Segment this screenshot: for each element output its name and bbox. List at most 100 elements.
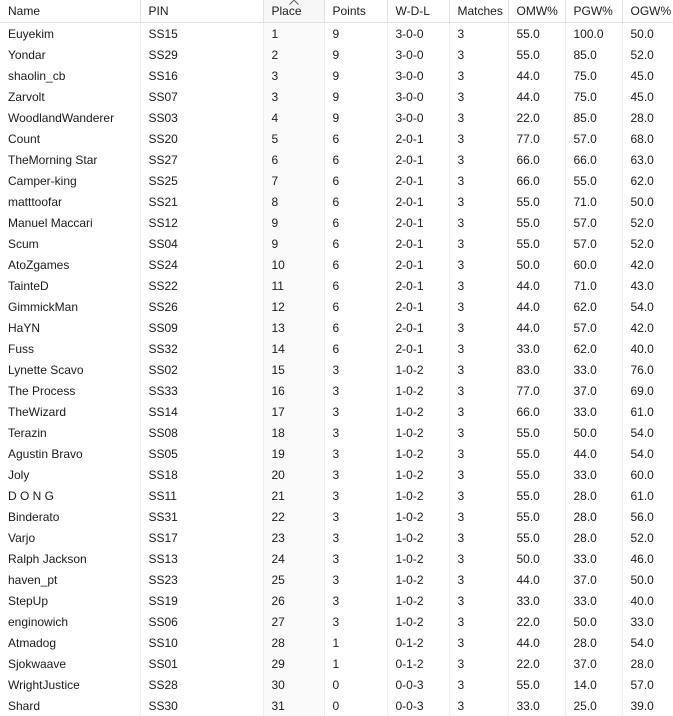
cell-pin: SS10 (140, 632, 263, 653)
cell-pgw: 57.0 (565, 233, 622, 254)
cell-ogw: 61.0 (622, 485, 673, 506)
cell-pin: SS31 (140, 506, 263, 527)
table-row[interactable]: ScumSS04962-0-1355.057.052.0 (0, 233, 673, 254)
cell-pin: SS12 (140, 212, 263, 233)
table-row[interactable]: Manuel MaccariSS12962-0-1355.057.052.0 (0, 212, 673, 233)
column-header-pgw[interactable]: PGW% (565, 0, 622, 23)
cell-matches: 3 (449, 149, 508, 170)
table-row[interactable]: YondarSS29293-0-0355.085.052.0 (0, 44, 673, 65)
table-row[interactable]: Ralph JacksonSS132431-0-2350.033.046.0 (0, 548, 673, 569)
table-row[interactable]: HaYNSS091362-0-1344.057.042.0 (0, 317, 673, 338)
column-header-matches-label: Matches (458, 4, 503, 18)
table-row[interactable]: StepUpSS192631-0-2333.033.040.0 (0, 590, 673, 611)
cell-name: Varjo (0, 527, 140, 548)
cell-wdl: 3-0-0 (387, 107, 449, 128)
cell-omw: 44.0 (508, 569, 565, 590)
table-row[interactable]: D O N GSS112131-0-2355.028.061.0 (0, 485, 673, 506)
table-row[interactable]: EuyekimSS15193-0-0355.0100.050.0 (0, 23, 673, 45)
table-row[interactable]: Lynette ScavoSS021531-0-2383.033.076.0 (0, 359, 673, 380)
cell-omw: 22.0 (508, 107, 565, 128)
table-row[interactable]: WoodlandWandererSS03493-0-0322.085.028.0 (0, 107, 673, 128)
cell-pgw: 75.0 (565, 86, 622, 107)
cell-omw: 55.0 (508, 443, 565, 464)
table-row[interactable]: enginowichSS062731-0-2322.050.033.0 (0, 611, 673, 632)
table-row[interactable]: shaolin_cbSS16393-0-0344.075.045.0 (0, 65, 673, 86)
column-header-wdl[interactable]: W-D-L (387, 0, 449, 23)
standings-table: Name PIN Place Points W-D-L Matches OMW%… (0, 0, 673, 716)
cell-pgw: 37.0 (565, 380, 622, 401)
cell-omw: 44.0 (508, 65, 565, 86)
table-row[interactable]: matttoofarSS21862-0-1355.071.050.0 (0, 191, 673, 212)
cell-ogw: 43.0 (622, 275, 673, 296)
column-header-pin-label: PIN (149, 4, 169, 18)
table-row[interactable]: JolySS182031-0-2355.033.060.0 (0, 464, 673, 485)
cell-place: 2 (263, 44, 324, 65)
table-row[interactable]: WrightJusticeSS283000-0-3355.014.057.0 (0, 674, 673, 695)
cell-points: 9 (324, 86, 387, 107)
column-header-ogw[interactable]: OGW% (622, 0, 673, 23)
cell-pgw: 14.0 (565, 674, 622, 695)
column-header-place[interactable]: Place (263, 0, 324, 23)
cell-ogw: 52.0 (622, 527, 673, 548)
column-header-omw[interactable]: OMW% (508, 0, 565, 23)
table-row[interactable]: TheWizardSS141731-0-2366.033.061.0 (0, 401, 673, 422)
cell-omw: 55.0 (508, 674, 565, 695)
table-row[interactable]: Camper-kingSS25762-0-1366.055.062.0 (0, 170, 673, 191)
cell-name: WoodlandWanderer (0, 107, 140, 128)
table-row[interactable]: CountSS20562-0-1377.057.068.0 (0, 128, 673, 149)
cell-ogw: 50.0 (622, 23, 673, 45)
cell-ogw: 50.0 (622, 191, 673, 212)
table-row[interactable]: AtmadogSS102810-1-2344.028.054.0 (0, 632, 673, 653)
cell-pin: SS06 (140, 611, 263, 632)
cell-matches: 3 (449, 632, 508, 653)
cell-ogw: 45.0 (622, 65, 673, 86)
cell-matches: 3 (449, 527, 508, 548)
table-row[interactable]: ShardSS303100-0-3333.025.039.0 (0, 695, 673, 716)
table-row[interactable]: ZarvoltSS07393-0-0344.075.045.0 (0, 86, 673, 107)
cell-place: 31 (263, 695, 324, 716)
column-header-matches[interactable]: Matches (449, 0, 508, 23)
table-row[interactable]: TerazinSS081831-0-2355.050.054.0 (0, 422, 673, 443)
column-header-pin[interactable]: PIN (140, 0, 263, 23)
table-row[interactable]: AtoZgamesSS241062-0-1350.060.042.0 (0, 254, 673, 275)
table-row[interactable]: VarjoSS172331-0-2355.028.052.0 (0, 527, 673, 548)
cell-pin: SS20 (140, 128, 263, 149)
table-row[interactable]: TainteDSS221162-0-1344.071.043.0 (0, 275, 673, 296)
cell-pgw: 33.0 (565, 359, 622, 380)
cell-points: 3 (324, 380, 387, 401)
cell-place: 14 (263, 338, 324, 359)
cell-matches: 3 (449, 128, 508, 149)
table-row[interactable]: GimmickManSS261262-0-1344.062.054.0 (0, 296, 673, 317)
table-row[interactable]: FussSS321462-0-1333.062.040.0 (0, 338, 673, 359)
cell-name: Binderato (0, 506, 140, 527)
cell-pin: SS22 (140, 275, 263, 296)
cell-name: Zarvolt (0, 86, 140, 107)
cell-matches: 3 (449, 506, 508, 527)
cell-points: 3 (324, 422, 387, 443)
table-row[interactable]: BinderatoSS312231-0-2355.028.056.0 (0, 506, 673, 527)
table-row[interactable]: SjokwaaveSS012910-1-2322.037.028.0 (0, 653, 673, 674)
cell-omw: 44.0 (508, 86, 565, 107)
table-row[interactable]: TheMorning StarSS27662-0-1366.066.063.0 (0, 149, 673, 170)
cell-matches: 3 (449, 359, 508, 380)
table-row[interactable]: Agustin BravoSS051931-0-2355.044.054.0 (0, 443, 673, 464)
cell-matches: 3 (449, 254, 508, 275)
cell-omw: 33.0 (508, 695, 565, 716)
cell-ogw: 54.0 (622, 632, 673, 653)
cell-ogw: 68.0 (622, 128, 673, 149)
table-row[interactable]: The ProcessSS331631-0-2377.037.069.0 (0, 380, 673, 401)
cell-wdl: 2-0-1 (387, 233, 449, 254)
cell-points: 3 (324, 464, 387, 485)
cell-points: 3 (324, 569, 387, 590)
column-header-points[interactable]: Points (324, 0, 387, 23)
table-row[interactable]: haven_ptSS232531-0-2344.037.050.0 (0, 569, 673, 590)
standings-grid[interactable]: Name PIN Place Points W-D-L Matches OMW%… (0, 0, 673, 652)
cell-ogw: 60.0 (622, 464, 673, 485)
cell-wdl: 1-0-2 (387, 569, 449, 590)
cell-place: 9 (263, 233, 324, 254)
cell-name: AtoZgames (0, 254, 140, 275)
cell-ogw: 52.0 (622, 212, 673, 233)
cell-points: 3 (324, 506, 387, 527)
cell-ogw: 63.0 (622, 149, 673, 170)
column-header-name[interactable]: Name (0, 0, 140, 23)
